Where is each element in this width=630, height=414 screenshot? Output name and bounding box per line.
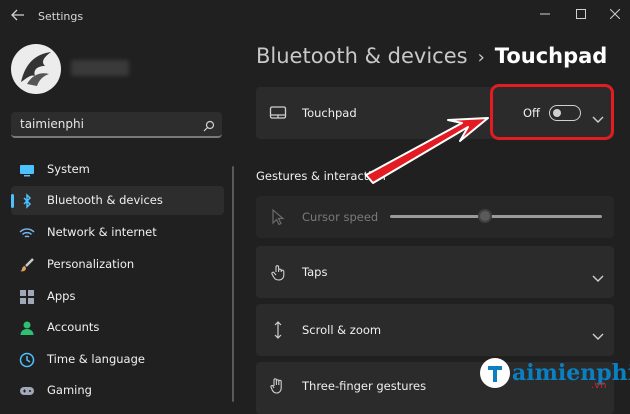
red-arrow-annotation xyxy=(365,117,489,184)
watermark-logo-circle xyxy=(480,358,510,388)
watermark-text: aimienphi xyxy=(512,360,630,386)
watermark-suffix: .vn xyxy=(591,380,607,391)
arrow-shape xyxy=(365,117,489,184)
watermark-logo: aimienphi .vn xyxy=(480,356,630,396)
